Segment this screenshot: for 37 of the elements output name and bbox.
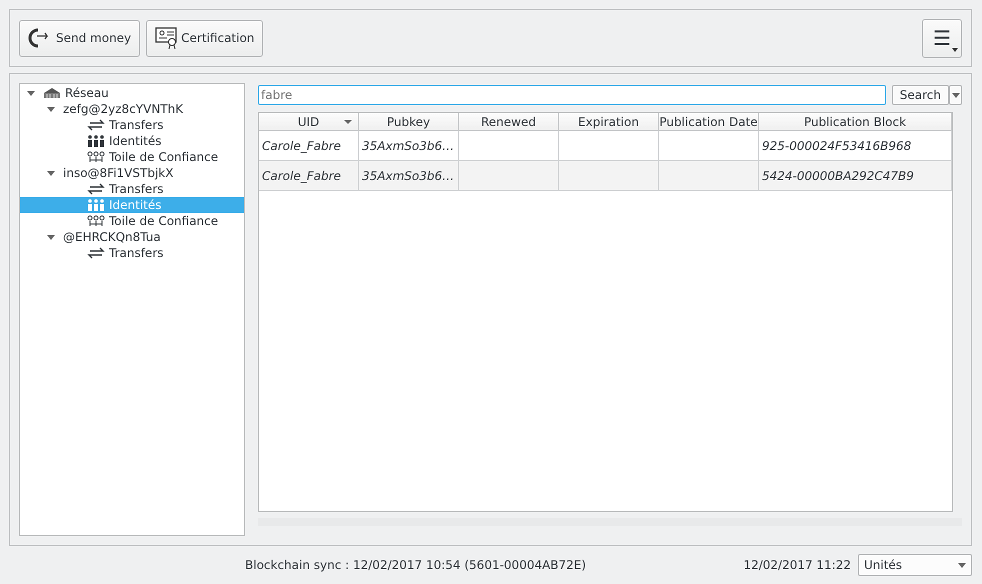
tree-item[interactable]: Toile de Confiance <box>20 149 244 165</box>
column-header[interactable]: Renewed <box>459 113 559 131</box>
tree-item[interactable]: @EHRCKQn8Tua <box>20 229 244 245</box>
certificate-icon <box>155 26 180 50</box>
tree-item[interactable]: Toile de Confiance <box>20 213 244 229</box>
send-money-button[interactable]: Send money <box>19 20 140 56</box>
tree-item[interactable]: zefg@2yz8cYVNThK <box>20 101 244 117</box>
people-icon <box>87 135 105 147</box>
arrows-icon <box>87 183 105 195</box>
table-cell: 5424-00000BA292C47B9 <box>759 161 952 191</box>
column-header[interactable]: UID <box>259 113 359 131</box>
arrows-icon <box>87 119 105 131</box>
search-field[interactable]: fabre <box>258 85 886 105</box>
column-header[interactable]: Publication Date <box>659 113 759 131</box>
search-options-button[interactable] <box>949 85 962 105</box>
table-cell: 35AxmSo3b6… <box>359 161 459 191</box>
tree-item[interactable]: Transfers <box>20 117 244 133</box>
search-button[interactable]: Search <box>892 85 949 105</box>
people-icon <box>87 199 105 211</box>
certification-button[interactable]: Certification <box>146 20 264 56</box>
column-header[interactable]: Publication Block <box>759 113 952 131</box>
building-icon <box>43 87 61 99</box>
tree-item[interactable]: Identités <box>20 133 244 149</box>
network-people-icon <box>87 215 105 227</box>
sync-status: Blockchain sync : 12/02/2017 10:54 (5601-00004AB72E) <box>245 558 586 572</box>
network-people-icon <box>87 151 105 163</box>
column-header[interactable]: Pubkey <box>359 113 459 131</box>
arrows-icon <box>87 247 105 259</box>
unit-dropdown[interactable]: Unités <box>858 554 972 576</box>
tree-item[interactable]: Transfers <box>20 245 244 261</box>
tree-item[interactable]: Réseau <box>20 85 244 101</box>
table-cell: Carole_Fabre <box>259 161 359 191</box>
tree-item[interactable]: Transfers <box>20 181 244 197</box>
column-header[interactable]: Expiration <box>559 113 659 131</box>
current-time: 12/02/2017 11:22 <box>743 558 851 572</box>
tree-item[interactable]: inso@8Fi1VSTbjkX <box>20 165 244 181</box>
menu-button[interactable]: ☰ <box>922 18 962 58</box>
